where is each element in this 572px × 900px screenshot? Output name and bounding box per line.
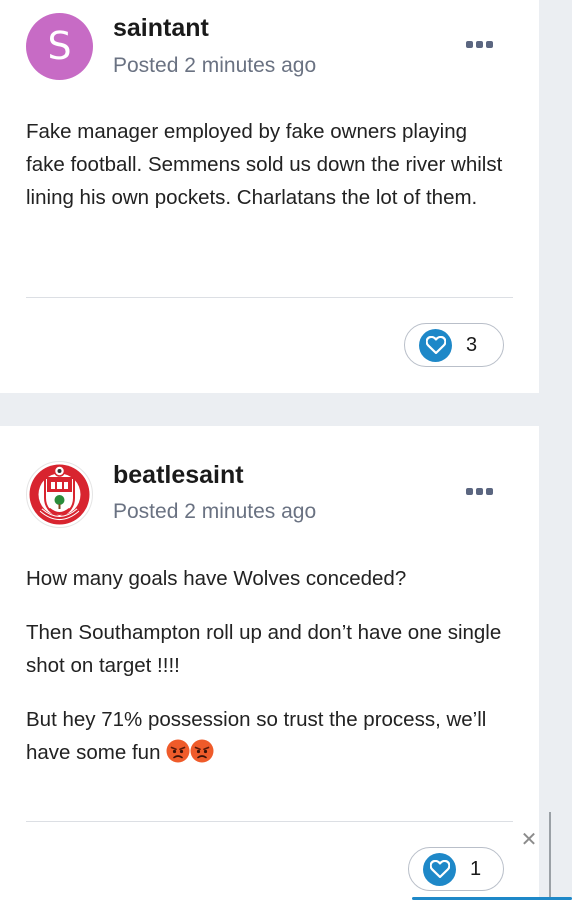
divider xyxy=(26,297,513,298)
reaction-count: 3 xyxy=(466,333,478,356)
angry-face-emoji xyxy=(166,739,190,763)
post-paragraph-text: But hey 71% possession so trust the proc… xyxy=(26,708,487,764)
divider xyxy=(26,821,513,822)
close-icon[interactable]: ✕ xyxy=(519,830,539,850)
reaction-button[interactable]: 3 xyxy=(404,323,504,367)
post-card: S saintant Posted 2 minutes ago Fake man… xyxy=(0,0,539,393)
angry-face-emoji xyxy=(190,739,214,763)
post-body: Fake manager employed by fake owners pla… xyxy=(26,115,506,214)
post-author[interactable]: beatlesaint xyxy=(113,461,244,490)
post-body: How many goals have Wolves conceded? The… xyxy=(26,562,506,769)
reaction-button[interactable]: 1 xyxy=(408,847,504,891)
post-paragraph: How many goals have Wolves conceded? xyxy=(26,567,407,590)
scrollbar[interactable] xyxy=(549,812,551,900)
heart-icon xyxy=(423,852,456,886)
club-crest-icon xyxy=(27,462,92,527)
heart-icon xyxy=(419,328,452,362)
post-options-icon[interactable] xyxy=(466,486,494,496)
post-timestamp[interactable]: Posted 2 minutes ago xyxy=(113,54,316,78)
post-paragraph: Fake manager employed by fake owners pla… xyxy=(26,120,503,209)
post-card: beatlesaint Posted 2 minutes ago How man… xyxy=(0,426,539,900)
post-options-icon[interactable] xyxy=(466,39,494,49)
user-avatar[interactable]: S xyxy=(26,13,93,80)
post-paragraph: Then Southampton roll up and don’t have … xyxy=(26,621,502,677)
post-timestamp[interactable]: Posted 2 minutes ago xyxy=(113,500,316,524)
avatar-letter: S xyxy=(47,24,72,68)
user-avatar[interactable] xyxy=(26,461,93,528)
post-author[interactable]: saintant xyxy=(113,14,209,43)
reaction-count: 1 xyxy=(470,857,482,880)
post-paragraph-with-emoji: But hey 71% possession so trust the proc… xyxy=(26,703,506,769)
